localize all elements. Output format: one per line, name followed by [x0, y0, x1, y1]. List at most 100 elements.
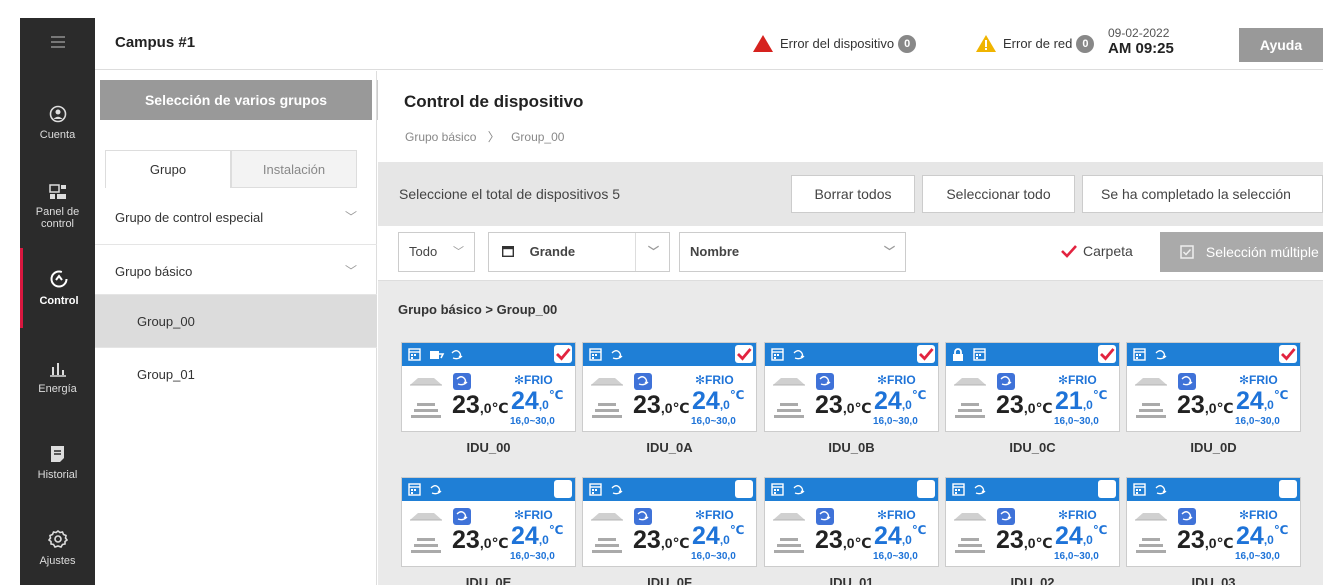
tree-item-special-group[interactable]: Grupo de control especial ﹀ [95, 191, 377, 244]
set-temperature[interactable]: 24,0℃ [1236, 387, 1288, 416]
sort-dropdown[interactable]: Nombre ﹀ [679, 232, 906, 272]
clear-all-button[interactable]: Borrar todos [791, 175, 915, 213]
select-checkbox[interactable] [1279, 480, 1297, 498]
network-error-indicator[interactable]: Error de red 0 [975, 34, 1095, 53]
set-temperature[interactable]: 24,0℃ [1055, 522, 1107, 551]
device-card[interactable]: ✻FRIO 23,0℃ 24,0℃ 16,0~30,0 [945, 477, 1120, 567]
calendar-icon [589, 483, 602, 501]
device-card[interactable]: ✻FRIO 23,0℃ 24,0℃ 16,0~30,0 [1126, 477, 1301, 567]
user-circle-icon [49, 105, 66, 123]
set-temperature[interactable]: 24,0℃ [511, 522, 563, 551]
top-header: Campus #1 Error del dispositivo 0 Error … [95, 18, 1323, 70]
select-checkbox[interactable] [554, 480, 572, 498]
celsius-unit: ℃ [672, 400, 690, 416]
nav-item-cuenta[interactable]: Cuenta [20, 83, 95, 163]
hamburger-menu-icon[interactable] [20, 18, 95, 66]
set-temperature[interactable]: 24,0℃ [874, 522, 926, 551]
device-name: IDU_0B [828, 440, 875, 455]
nav-item-label: Cuenta [39, 129, 76, 141]
card-view-icon [501, 245, 515, 258]
set-temperature[interactable]: 21,0℃ [1055, 387, 1107, 416]
current-time: AM 09:25 [1108, 40, 1174, 57]
current-date: 09-02-2022 [1108, 26, 1170, 40]
current-temperature: 23,0℃ [452, 526, 508, 555]
device-card[interactable]: ✻FRIO 23,0℃ 24,0℃ 16,0~30,0 [1126, 342, 1301, 432]
help-button[interactable]: Ayuda [1239, 28, 1323, 62]
temperature-range: 16,0~30,0 [510, 551, 555, 562]
tab-instalacion[interactable]: Instalación [231, 150, 357, 188]
set-temp-decimal: ,0 [1263, 398, 1274, 412]
device-card-header [765, 478, 938, 501]
device-card[interactable]: ✻FRIO 23,0℃ 24,0℃ 16,0~30,0 [764, 342, 939, 432]
select-checkbox-checked[interactable] [1279, 345, 1297, 363]
checkbox-checked-icon [1061, 245, 1077, 258]
device-card[interactable]: ✻FRIO 23,0℃ 24,0℃ 16,0~30,0 [401, 477, 576, 567]
scope-dropdown[interactable]: Todo ﹀ [398, 232, 475, 272]
nav-item-ajustes[interactable]: Ajustes [20, 508, 95, 585]
fan-icon [973, 483, 987, 502]
select-checkbox-checked[interactable] [554, 345, 572, 363]
device-control-main: Control de dispositivo Grupo básico 〉 Gr… [378, 71, 1323, 585]
set-temp-decimal: ,0 [538, 533, 549, 547]
celsius-unit: ℃ [1035, 400, 1053, 416]
set-temperature[interactable]: 24,0℃ [692, 387, 744, 416]
calendar-icon [1133, 348, 1146, 366]
breadcrumb-item[interactable]: Grupo básico [405, 130, 476, 144]
datetime: 09-02-2022 AM 09:25 [1108, 26, 1174, 56]
temperature-range: 16,0~30,0 [691, 416, 736, 427]
temperature-range: 16,0~30,0 [1054, 551, 1099, 562]
device-name: IDU_02 [1010, 575, 1055, 585]
celsius-unit: ℃ [1216, 535, 1234, 551]
current-temperature: 23,0℃ [996, 526, 1052, 555]
tree-item-group-00[interactable]: Group_00 [95, 294, 377, 347]
device-name: IDU_0F [647, 575, 692, 585]
select-checkbox[interactable] [917, 480, 935, 498]
current-temperature: 23,0℃ [633, 526, 689, 555]
chevron-down-icon: ﹀ [453, 246, 464, 258]
set-temperature[interactable]: 24,0℃ [692, 522, 744, 551]
multi-group-select-button[interactable]: Selección de varios grupos [100, 80, 372, 120]
current-temp-integer: 23 [452, 391, 480, 419]
nav-item-control[interactable]: Control [20, 248, 95, 328]
select-checkbox[interactable] [735, 480, 753, 498]
nav-item-panel-de-control[interactable]: Panel de control [20, 167, 95, 247]
set-temperature[interactable]: 24,0℃ [1236, 522, 1288, 551]
fan-mode-icon [816, 373, 834, 390]
current-temperature: 23,0℃ [633, 391, 689, 420]
current-temperature: 23,0℃ [815, 526, 871, 555]
select-checkbox-checked[interactable] [735, 345, 753, 363]
select-all-button[interactable]: Seleccionar todo [922, 175, 1075, 213]
current-temp-integer: 23 [815, 391, 843, 419]
carpeta-checkbox[interactable]: Carpeta [1060, 243, 1133, 259]
multi-select-button[interactable]: Selección múltiple [1160, 232, 1323, 272]
nav-rail: Cuenta Panel de control Control Energía … [20, 18, 95, 585]
device-card[interactable]: ✻FRIO 23,0℃ 24,0℃ 16,0~30,0 [764, 477, 939, 567]
device-card[interactable]: ✻FRIO 23,0℃ 24,0℃ 16,0~30,0 [582, 477, 757, 567]
nav-item-historial[interactable]: Historial [20, 423, 95, 503]
set-temperature[interactable]: 24,0℃ [511, 387, 563, 416]
selection-complete-button[interactable]: Se ha completado la selección [1082, 175, 1323, 213]
device-card[interactable]: ✻FRIO 23,0℃ 24,0℃ 16,0~30,0 [401, 342, 576, 432]
warning-triangle-icon [976, 35, 996, 52]
set-temp-integer: 24 [874, 387, 902, 415]
device-card-header [583, 343, 756, 366]
device-error-indicator[interactable]: Error del dispositivo 0 [752, 34, 917, 53]
select-checkbox-checked[interactable] [1098, 345, 1116, 363]
fan-mode-icon [453, 373, 471, 390]
set-temp-integer: 24 [692, 522, 720, 550]
current-temp-decimal: ,0 [1204, 400, 1217, 416]
set-temperature[interactable]: 24,0℃ [874, 387, 926, 416]
tree-item-group-01[interactable]: Group_01 [95, 347, 377, 400]
tree-item-basic-group[interactable]: Grupo básico ﹀ [95, 244, 377, 297]
device-card[interactable]: ✻FRIO 23,0℃ 24,0℃ 16,0~30,0 [582, 342, 757, 432]
breadcrumb-item[interactable]: Group_00 [511, 130, 564, 144]
tab-grupo[interactable]: Grupo [105, 150, 231, 188]
device-card[interactable]: ✻FRIO 23,0℃ 21,0℃ 16,0~30,0 [945, 342, 1120, 432]
nav-item-energia[interactable]: Energía [20, 338, 95, 418]
mode-label: ✻FRIO [514, 508, 553, 522]
select-checkbox[interactable] [1098, 480, 1116, 498]
select-checkbox-checked[interactable] [917, 345, 935, 363]
set-temp-decimal: ,0 [538, 398, 549, 412]
size-dropdown[interactable]: Grande ﹀ [488, 232, 670, 272]
mode-label: ✻FRIO [1058, 508, 1097, 522]
